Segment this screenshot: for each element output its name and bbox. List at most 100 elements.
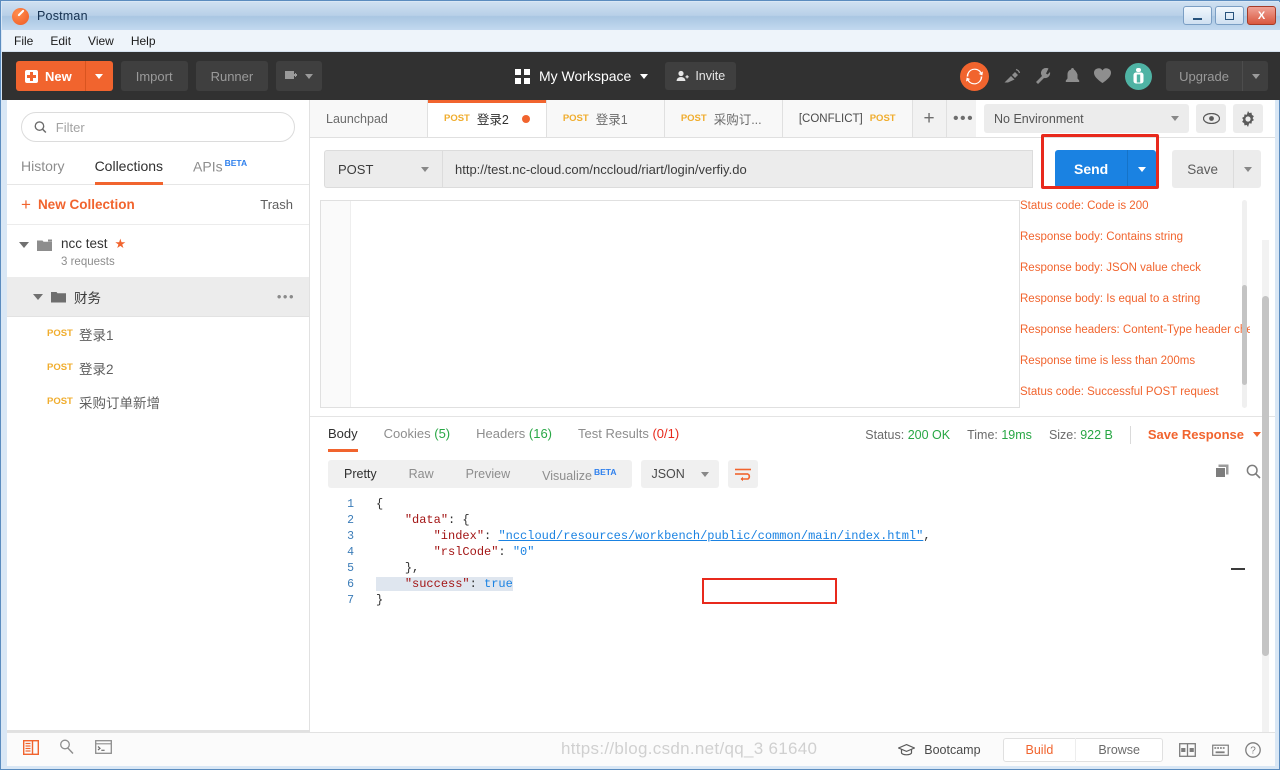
snippet-item[interactable]: Response body: Is equal to a string: [1020, 293, 1250, 305]
new-tab-button[interactable]: +: [913, 100, 947, 137]
new-button[interactable]: New: [16, 61, 113, 91]
heart-icon[interactable]: [1094, 68, 1112, 84]
new-collection-button[interactable]: + New Collection: [21, 196, 135, 213]
avatar[interactable]: [1125, 62, 1153, 90]
keyboard-icon[interactable]: [1212, 743, 1229, 756]
build-button[interactable]: Build: [1004, 738, 1076, 762]
word-wrap-icon: [734, 468, 751, 481]
build-browse-toggle: Build Browse: [1002, 737, 1163, 762]
upgrade-dropdown-button[interactable]: [1242, 61, 1268, 91]
snippets-scrollbar-thumb[interactable]: [1242, 285, 1247, 385]
tab-test-results[interactable]: Test Results (0/1): [578, 417, 679, 452]
response-body-code[interactable]: 1{ 2 "data": { 3 "index": "nccloud/resou…: [310, 496, 1275, 608]
view-mode-raw[interactable]: Raw: [393, 460, 450, 488]
plus-icon: [25, 69, 38, 83]
list-item[interactable]: POST 登录2: [7, 351, 309, 385]
help-icon[interactable]: ?: [1245, 741, 1261, 758]
tab-conflict[interactable]: [CONFLICT] POST: [782, 100, 913, 137]
view-mode-visualize[interactable]: Visualize BETA: [526, 458, 632, 490]
browse-button[interactable]: Browse: [1075, 737, 1162, 762]
send-dropdown-button[interactable]: [1127, 150, 1156, 188]
send-button[interactable]: Send: [1054, 150, 1157, 188]
url-input[interactable]: [442, 150, 1033, 188]
minimize-button[interactable]: [1183, 6, 1212, 25]
runner-button[interactable]: Runner: [195, 61, 269, 91]
maximize-button[interactable]: [1215, 6, 1244, 25]
folder-more-button[interactable]: •••: [277, 289, 295, 304]
format-selector[interactable]: JSON: [641, 460, 720, 488]
request-editor[interactable]: [320, 200, 1020, 408]
chevron-down-icon[interactable]: [19, 241, 29, 248]
folder-item-caiwu[interactable]: 财务 •••: [7, 277, 309, 317]
list-item[interactable]: POST 采购订单新增: [7, 385, 309, 419]
invite-button[interactable]: Invite: [665, 62, 737, 90]
satellite-icon[interactable]: [1003, 68, 1021, 85]
tab-headers[interactable]: Headers (16): [476, 417, 552, 452]
tab-caigou[interactable]: POST 采购订...: [664, 100, 783, 137]
search-input[interactable]: [55, 119, 282, 135]
postman-logo-icon: [12, 7, 29, 25]
sync-icon[interactable]: [960, 61, 990, 91]
code-text: : {: [448, 513, 470, 527]
status-bar: Bootcamp Build Browse ?: [7, 732, 1275, 766]
copy-button[interactable]: [1215, 464, 1230, 484]
import-button[interactable]: Import: [120, 61, 188, 91]
sidebar-tab-apis[interactable]: APIs BETA: [193, 152, 247, 184]
tab-launchpad[interactable]: Launchpad: [310, 100, 428, 137]
snippet-item[interactable]: Response body: JSON value check: [1020, 262, 1250, 274]
method-selector[interactable]: POST: [324, 150, 442, 188]
wrench-icon[interactable]: [1035, 67, 1051, 85]
collection-item-ncc-test[interactable]: ncc test ★ 3 requests: [7, 225, 309, 278]
environment-selector[interactable]: No Environment: [984, 104, 1189, 133]
upgrade-button[interactable]: Upgrade: [1166, 61, 1268, 91]
resize-handle[interactable]: [1231, 568, 1245, 570]
sidebar-tab-history[interactable]: History: [21, 152, 65, 184]
find-icon[interactable]: [59, 739, 75, 760]
tab-cookies-label: Cookies: [383, 426, 431, 441]
chevron-down-icon[interactable]: [33, 293, 43, 300]
close-button[interactable]: X: [1247, 6, 1276, 25]
menu-view[interactable]: View: [88, 34, 114, 48]
view-mode-preview[interactable]: Preview: [450, 460, 526, 488]
bell-icon[interactable]: [1065, 67, 1080, 85]
sidebar-toggle-icon[interactable]: [22, 739, 40, 760]
star-icon[interactable]: ★: [115, 236, 127, 252]
view-mode-pretty[interactable]: Pretty: [328, 460, 393, 488]
tab-cookies[interactable]: Cookies (5): [384, 417, 450, 452]
sidebar-tab-collections[interactable]: Collections: [94, 152, 164, 185]
search-input-wrapper[interactable]: [21, 112, 295, 142]
sidebar-tab-apis-label: APIs: [193, 158, 223, 175]
snippet-item[interactable]: Status code: Code is 200: [1020, 200, 1250, 212]
tab-method: POST: [562, 113, 589, 124]
settings-button[interactable]: [1233, 104, 1263, 133]
new-window-button[interactable]: [276, 61, 323, 91]
search-button[interactable]: [1246, 464, 1261, 484]
snippet-item[interactable]: Response headers: Content-Type header ch…: [1020, 324, 1250, 336]
save-response-button[interactable]: Save Response: [1148, 427, 1261, 442]
console-icon[interactable]: [95, 740, 112, 759]
workspace-selector[interactable]: My Workspace Invite: [515, 62, 737, 90]
tab-body[interactable]: Body: [328, 417, 358, 452]
save-button[interactable]: Save: [1172, 162, 1233, 177]
code-line: 5 },: [328, 560, 1275, 576]
line-number: 4: [347, 545, 354, 559]
save-dropdown-button[interactable]: [1233, 150, 1261, 188]
tab-denglu1[interactable]: POST 登录1: [546, 100, 665, 137]
environment-quick-look-button[interactable]: [1196, 104, 1226, 133]
new-dropdown-button[interactable]: [84, 61, 113, 91]
menu-edit[interactable]: Edit: [50, 34, 71, 48]
tab-denglu2[interactable]: POST 登录2: [428, 100, 547, 137]
menu-help[interactable]: Help: [131, 34, 156, 48]
snippet-item[interactable]: Response body: Contains string: [1020, 231, 1250, 243]
code-string-value[interactable]: "nccloud/resources/workbench/public/comm…: [498, 529, 923, 543]
word-wrap-button[interactable]: [728, 460, 759, 488]
response-body-toolbar: Pretty Raw Preview Visualize BETA JSON: [310, 452, 1275, 496]
list-item[interactable]: POST 登录1: [7, 317, 309, 351]
trash-button[interactable]: Trash: [260, 197, 293, 212]
snippet-item[interactable]: Response time is less than 200ms: [1020, 355, 1250, 367]
main-scrollbar-thumb[interactable]: [1262, 296, 1269, 656]
bootcamp-button[interactable]: Bootcamp: [898, 743, 981, 757]
menu-file[interactable]: File: [14, 34, 33, 48]
two-pane-icon[interactable]: [1179, 742, 1196, 757]
snippet-item[interactable]: Status code: Successful POST request: [1020, 386, 1250, 398]
